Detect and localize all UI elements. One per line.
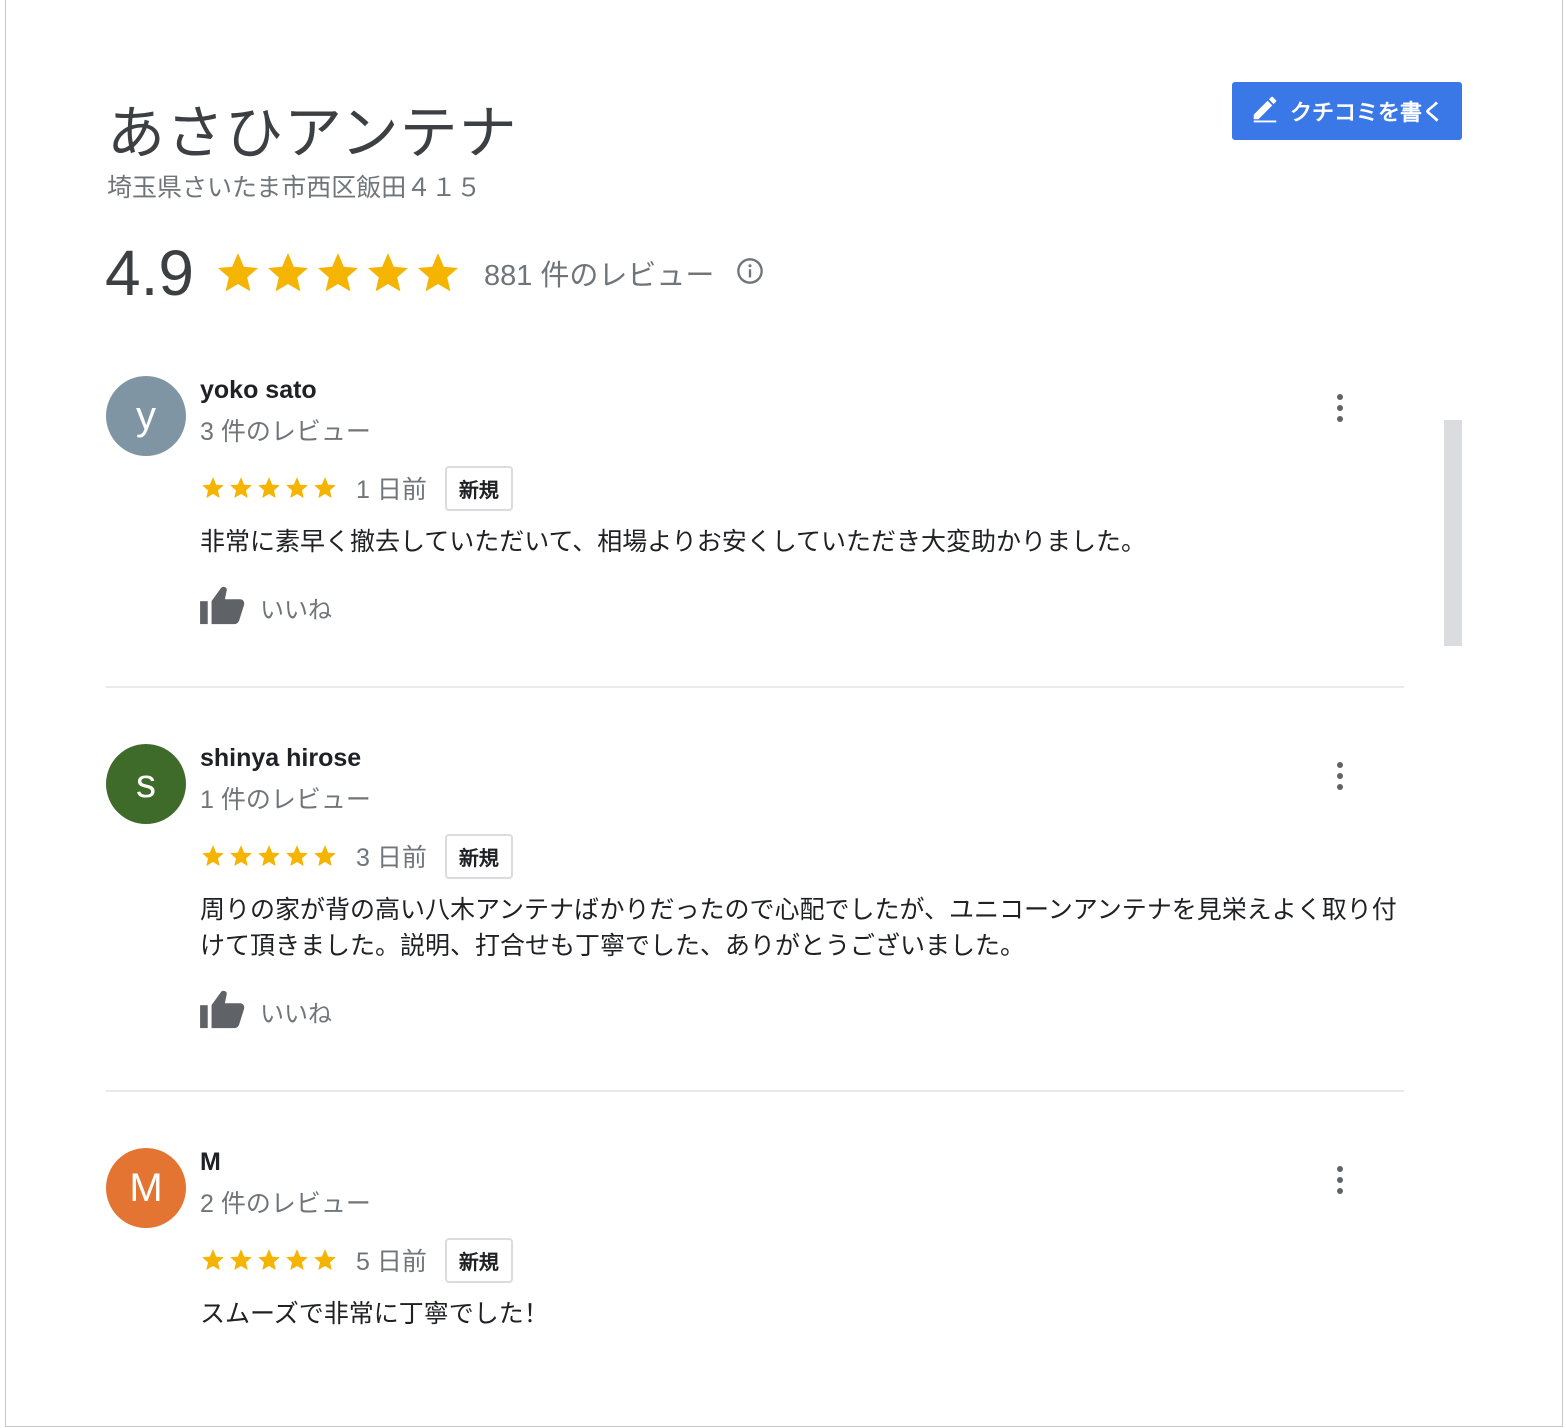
scrollbar-thumb[interactable] [1444, 420, 1462, 646]
new-badge: 新規 [444, 465, 513, 511]
new-badge: 新規 [444, 1237, 513, 1283]
star-icon [317, 253, 358, 292]
place-address: 埼玉県さいたま市西区飯田４１５ [107, 174, 482, 202]
avatar[interactable]: M [106, 1148, 186, 1228]
review-date: 5 日前 [356, 1248, 427, 1276]
reviewer-review-count: 1 件のレビュー [200, 786, 371, 814]
more-options-icon[interactable] [1330, 1164, 1350, 1196]
review-item: s shinya hirose 1 件のレビュー 3 日前 新規 周りの家が背の… [106, 744, 1404, 1044]
review-item: M M 2 件のレビュー 5 日前 新規 スムーズで非常に丁寧でした！ [106, 1148, 1404, 1348]
place-name: あさひアンテナ [107, 101, 518, 166]
review-stars [200, 475, 338, 501]
review-stars [200, 843, 338, 869]
reviewer-review-count: 3 件のレビュー [200, 418, 371, 446]
more-options-icon[interactable] [1330, 392, 1350, 424]
pencil-icon [1250, 93, 1280, 129]
like-button[interactable]: いいね [200, 988, 332, 1035]
star-icon [217, 253, 258, 292]
write-review-label: クチコミを書く [1289, 100, 1444, 125]
star-icon [417, 253, 458, 292]
review-text: 周りの家が背の高い八木アンテナばかりだったので心配でしたが、ユニコーンアンテナを… [200, 896, 1397, 960]
divider [106, 1090, 1404, 1092]
reviewer-name[interactable]: M [200, 1148, 221, 1177]
review-meta: 3 日前 新規 [200, 833, 513, 879]
write-review-button[interactable]: クチコミを書く [1232, 82, 1462, 140]
star-icon [202, 845, 224, 866]
star-icon [230, 845, 252, 866]
like-label: いいね [260, 1001, 332, 1028]
star-icon [367, 253, 408, 292]
star-icon [314, 477, 336, 498]
review-stars [200, 1247, 338, 1273]
star-icon [230, 477, 252, 498]
reviewer-review-count: 2 件のレビュー [200, 1190, 371, 1218]
star-icon [202, 1249, 224, 1270]
review-meta: 5 日前 新規 [200, 1237, 513, 1283]
star-icon [286, 477, 308, 498]
review-meta: 1 日前 新規 [200, 465, 513, 511]
more-options-icon[interactable] [1330, 760, 1350, 792]
review-text: 非常に素早く撤去していただいて、相場よりお安くしていただき大変助かりました。 [200, 528, 1147, 556]
rating-summary: 4.9 881 件のレビュー [105, 236, 764, 310]
review-date: 1 日前 [356, 476, 427, 504]
star-icon [258, 845, 280, 866]
star-icon [286, 1249, 308, 1270]
thumbs-up-icon [200, 988, 260, 1035]
star-icon [258, 1249, 280, 1270]
rating-stars [214, 249, 462, 297]
review-date: 3 日前 [356, 844, 427, 872]
reviewer-name[interactable]: yoko sato [200, 376, 317, 405]
star-icon [314, 845, 336, 866]
new-badge: 新規 [444, 833, 513, 879]
review-count: 881 件のレビュー [483, 260, 715, 292]
rating-value: 4.9 [105, 237, 194, 309]
info-icon[interactable] [736, 257, 764, 290]
star-icon [267, 253, 308, 292]
review-item: y yoko sato 3 件のレビュー 1 日前 新規 非常に素早く撤去してい… [106, 376, 1404, 636]
reviewer-name[interactable]: shinya hirose [200, 744, 361, 773]
divider [106, 686, 1404, 688]
thumbs-up-icon [200, 584, 260, 631]
like-button[interactable]: いいね [200, 584, 332, 631]
star-icon [202, 477, 224, 498]
avatar[interactable]: s [106, 744, 186, 824]
like-label: いいね [260, 597, 332, 624]
star-icon [258, 477, 280, 498]
star-icon [286, 845, 308, 866]
avatar[interactable]: y [106, 376, 186, 456]
star-icon [230, 1249, 252, 1270]
review-text: スムーズで非常に丁寧でした！ [200, 1300, 549, 1328]
star-icon [314, 1249, 336, 1270]
